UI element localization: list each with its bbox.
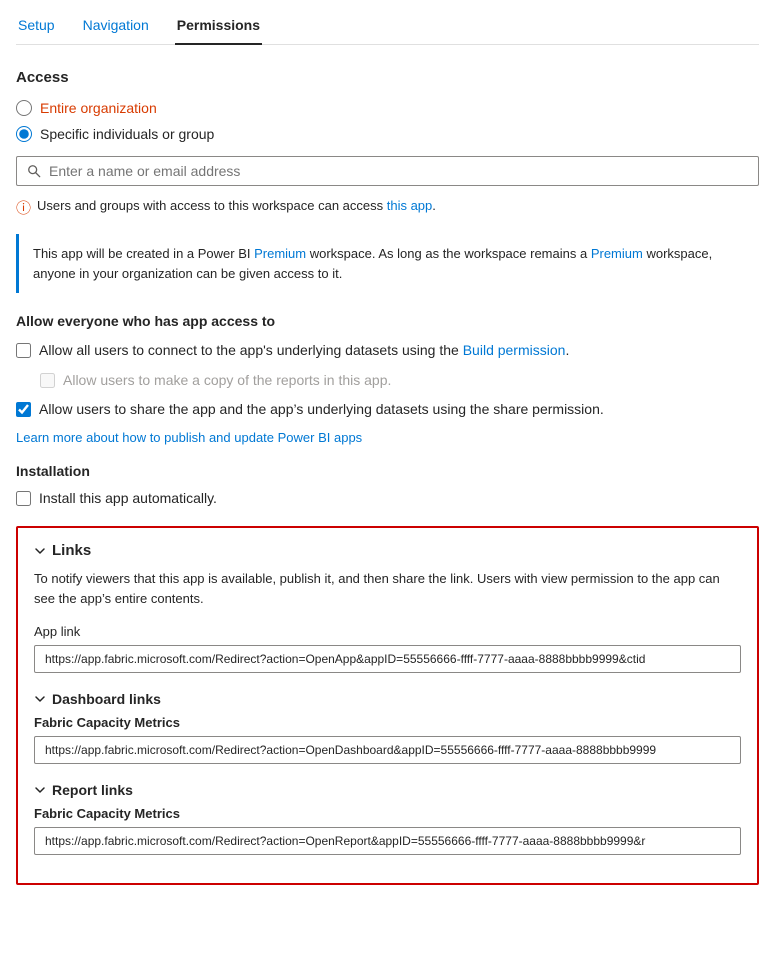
tab-permissions[interactable]: Permissions — [175, 9, 262, 45]
dashboard-links-label: Dashboard links — [52, 691, 161, 707]
radio-entire-org-input[interactable] — [16, 100, 32, 116]
report-chevron-icon — [34, 784, 46, 796]
report-link-input[interactable] — [34, 827, 741, 855]
access-title: Access — [16, 69, 759, 86]
checkbox-share-app: Allow users to share the app and the app… — [16, 400, 759, 420]
search-icon — [27, 164, 41, 178]
premium-text-2: Premium — [591, 246, 643, 261]
report-links-label: Report links — [52, 782, 133, 798]
tab-navigation[interactable]: Navigation — [81, 9, 151, 45]
search-input[interactable] — [49, 163, 748, 179]
dashboard-links-header: Dashboard links — [34, 691, 741, 707]
checkbox-connect-datasets-label: Allow all users to connect to the app's … — [39, 341, 569, 361]
links-chevron-icon — [34, 545, 46, 557]
checkbox-copy-reports-input[interactable] — [40, 373, 55, 388]
installation-title: Installation — [16, 463, 759, 479]
checkbox-install-auto-input[interactable] — [16, 491, 31, 506]
checkbox-copy-reports-label: Allow users to make a copy of the report… — [63, 371, 391, 391]
dashboard-chevron-icon — [34, 693, 46, 705]
checkbox-connect-datasets: Allow all users to connect to the app's … — [16, 341, 759, 361]
info-row: ⓘ Users and groups with access to this w… — [16, 198, 759, 218]
links-section-header: Links — [34, 542, 741, 559]
radio-specific-individuals-label: Specific individuals or group — [40, 126, 214, 142]
tab-setup[interactable]: Setup — [16, 9, 57, 45]
info-text: Users and groups with access to this wor… — [37, 198, 436, 213]
premium-text: Premium — [254, 246, 306, 261]
this-app-link[interactable]: this app — [387, 198, 433, 213]
dashboard-link-input[interactable] — [34, 736, 741, 764]
info-icon: ⓘ — [16, 197, 31, 218]
checkbox-connect-datasets-input[interactable] — [16, 343, 31, 358]
checkbox-copy-reports: Allow users to make a copy of the report… — [40, 371, 759, 391]
build-permission-link[interactable]: Build permission — [463, 342, 566, 358]
notice-text: This app will be created in a Power BI P… — [33, 246, 712, 281]
learn-more-link[interactable]: Learn more about how to publish and upda… — [16, 430, 759, 445]
links-section: Links To notify viewers that this app is… — [16, 526, 759, 885]
report-links-header: Report links — [34, 782, 741, 798]
checkbox-install-auto: Install this app automatically. — [16, 489, 759, 509]
notice-box: This app will be created in a Power BI P… — [16, 234, 759, 293]
tabs-nav: Setup Navigation Permissions — [16, 0, 759, 45]
app-link-input[interactable] — [34, 645, 741, 673]
app-link-label: App link — [34, 624, 741, 639]
links-description: To notify viewers that this app is avail… — [34, 569, 741, 608]
radio-specific-individuals-input[interactable] — [16, 126, 32, 142]
search-box — [16, 156, 759, 186]
checkbox-share-app-input[interactable] — [16, 402, 31, 417]
report-item-label: Fabric Capacity Metrics — [34, 806, 741, 821]
radio-entire-org[interactable]: Entire organization — [16, 100, 759, 116]
access-radio-group: Entire organization Specific individuals… — [16, 100, 759, 142]
dashboard-item-label: Fabric Capacity Metrics — [34, 715, 741, 730]
radio-entire-org-label: Entire organization — [40, 100, 157, 116]
radio-specific-individuals[interactable]: Specific individuals or group — [16, 126, 759, 142]
allow-title: Allow everyone who has app access to — [16, 313, 759, 329]
checkbox-share-app-label: Allow users to share the app and the app… — [39, 400, 604, 420]
checkbox-install-auto-label: Install this app automatically. — [39, 489, 217, 509]
links-section-title: Links — [52, 542, 91, 559]
